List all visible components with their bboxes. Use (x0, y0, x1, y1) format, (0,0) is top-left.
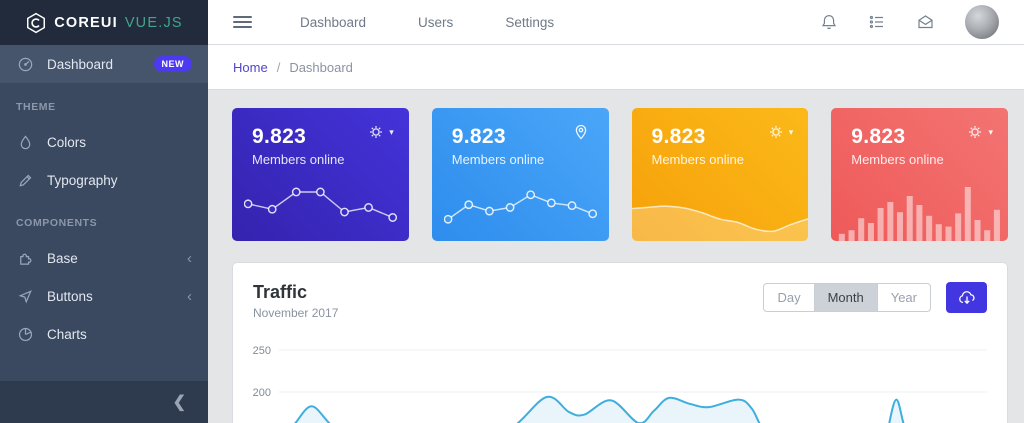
cloud-download-icon (958, 290, 975, 304)
stat-value: 9.823 (451, 125, 506, 148)
range-button-group: Day Month Year (763, 283, 931, 312)
nav-users[interactable]: Users (418, 15, 453, 30)
range-button-year[interactable]: Year (876, 283, 931, 312)
gear-icon (370, 126, 383, 138)
brand-name: COREUI (54, 14, 118, 31)
sparkline-bar-chart (837, 177, 1002, 241)
breadcrumb: Home / Dashboard (208, 45, 1024, 90)
caret-down-icon: ▾ (389, 126, 394, 137)
sidebar-item-colors[interactable]: Colors (0, 123, 208, 161)
sidebar-item-base[interactable]: Base ‹ (0, 239, 208, 277)
gear-icon (969, 126, 982, 138)
user-avatar[interactable] (965, 5, 999, 39)
traffic-controls: Day Month Year (763, 282, 987, 313)
chevron-left-icon: ‹ (187, 249, 192, 267)
traffic-chart: 250 200 (253, 335, 987, 423)
sidebar-item-dashboard[interactable]: Dashboard NEW (0, 45, 208, 83)
stat-card-warning: 9.823 Members online ▾ (631, 108, 809, 241)
stat-card-info: 9.823 Members online (431, 108, 609, 241)
page-content: 9.823 Members online ▾ 9.823 Members onl… (208, 90, 1024, 423)
top-header: Dashboard Users Settings (208, 0, 1024, 45)
download-button[interactable] (946, 282, 987, 313)
sidebar-item-typography[interactable]: Typography (0, 161, 208, 199)
brand-suffix: VUE.JS (124, 14, 183, 31)
sparkline-chart (443, 171, 597, 233)
app-root: COREUI VUE.JS Dashboard NEW THEME Colors (0, 0, 1024, 423)
puzzle-icon (16, 249, 34, 267)
traffic-subtitle: November 2017 (253, 306, 339, 320)
sparkline-chart (244, 171, 397, 233)
sidebar-section-components: COMPONENTS (16, 217, 98, 229)
drop-icon (16, 133, 34, 151)
card-location-button[interactable] (572, 123, 594, 141)
nav-settings[interactable]: Settings (505, 15, 554, 30)
sparkline-area-chart (631, 179, 809, 241)
pencil-icon (16, 171, 34, 189)
stat-label: Members online (651, 152, 745, 167)
range-button-month[interactable]: Month (813, 283, 878, 312)
sidebar-item-label: Dashboard (47, 56, 114, 72)
svg-text:200: 200 (253, 387, 271, 399)
chevron-left-icon: ❮ (172, 394, 186, 411)
traffic-title: Traffic (253, 282, 308, 302)
stat-label: Members online (851, 152, 944, 167)
brand[interactable]: COREUI VUE.JS (0, 0, 208, 45)
bell-icon[interactable] (820, 13, 838, 31)
sidebar-item-label: Typography (47, 172, 118, 188)
breadcrumb-home-link[interactable]: Home (233, 60, 268, 75)
chevron-left-icon: ‹ (187, 287, 192, 305)
breadcrumb-separator: / (276, 59, 281, 75)
cursor-icon (16, 287, 34, 305)
mail-icon[interactable] (916, 13, 935, 31)
stat-card-primary: 9.823 Members online ▾ (232, 108, 409, 241)
menu-toggle-icon[interactable] (233, 16, 252, 28)
tasks-icon[interactable] (868, 13, 886, 31)
card-settings-dropdown[interactable]: ▾ (767, 123, 794, 141)
caret-down-icon: ▾ (988, 126, 993, 137)
main-column: Dashboard Users Settings Home / Dashboar… (208, 0, 1024, 423)
traffic-card: Traffic November 2017 Day Month Year 250… (232, 262, 1008, 423)
caret-down-icon: ▾ (788, 126, 794, 137)
sidebar-item-label: Base (47, 250, 78, 266)
svg-text:250: 250 (253, 345, 271, 357)
range-button-day[interactable]: Day (763, 283, 815, 312)
sidebar-item-buttons[interactable]: Buttons ‹ (0, 277, 208, 315)
card-settings-dropdown[interactable]: ▾ (966, 123, 993, 141)
sidebar-minimizer[interactable]: ❮ (0, 381, 208, 423)
location-pin-icon (575, 124, 586, 140)
sidebar-item-label: Charts (47, 326, 87, 342)
gear-icon (769, 126, 782, 138)
speedometer-icon (16, 55, 34, 73)
traffic-header: Traffic November 2017 Day Month Year (253, 282, 987, 320)
sidebar-item-label: Colors (47, 134, 87, 150)
header-actions (820, 5, 999, 39)
sidebar-item-label: Buttons (47, 288, 93, 304)
nav-dashboard[interactable]: Dashboard (300, 15, 366, 30)
card-settings-dropdown[interactable]: ▾ (367, 123, 394, 141)
new-badge: NEW (153, 56, 192, 72)
stat-cards-row: 9.823 Members online ▾ 9.823 Members onl… (232, 108, 1008, 241)
sidebar-item-charts[interactable]: Charts (0, 315, 208, 353)
breadcrumb-current: Dashboard (289, 59, 353, 75)
pie-chart-icon (16, 325, 34, 343)
stat-label: Members online (451, 152, 545, 167)
sidebar: COREUI VUE.JS Dashboard NEW THEME Colors (0, 0, 208, 423)
sidebar-section-theme: THEME (16, 101, 56, 113)
coreui-logo-icon (27, 12, 46, 33)
stat-card-danger: 9.823 Members online ▾ (831, 108, 1008, 241)
stat-label: Members online (252, 152, 345, 167)
top-nav: Dashboard Users Settings (300, 15, 554, 30)
